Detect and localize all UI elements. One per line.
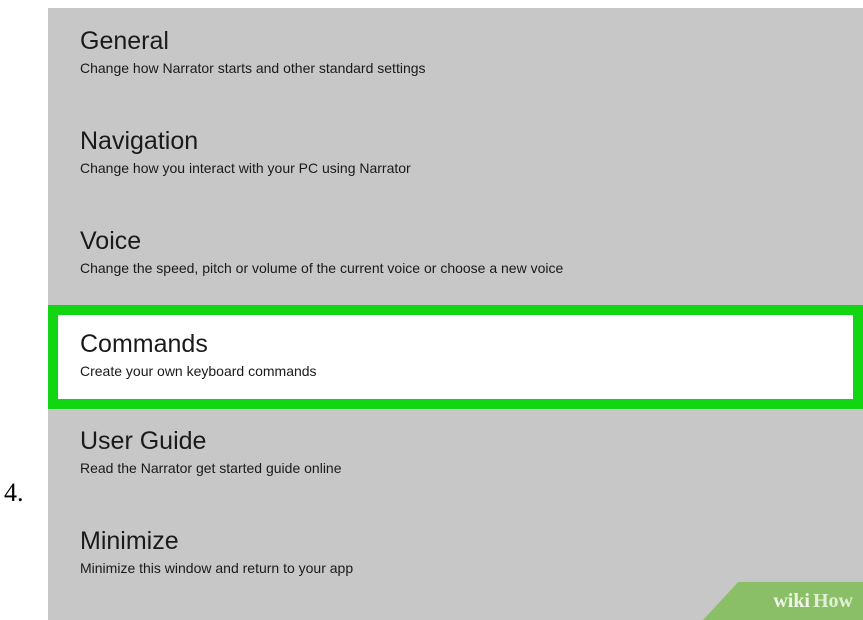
step-number: 4.	[4, 478, 24, 507]
menu-item-navigation[interactable]: Navigation Change how you interact with …	[48, 126, 863, 178]
menu-item-user-guide[interactable]: User Guide Read the Narrator get started…	[48, 426, 863, 478]
menu-item-title: User Guide	[80, 427, 207, 455]
menu-item-title: Commands	[80, 330, 208, 358]
wikihow-watermark: wiki How	[703, 582, 863, 620]
menu-item-description: Change how you interact with your PC usi…	[80, 160, 411, 176]
menu-item-title: General	[80, 27, 169, 55]
menu-item-description: Minimize this window and return to your …	[80, 560, 354, 576]
narrator-settings-panel: General Change how Narrator starts and o…	[48, 8, 863, 620]
menu-item-title: Voice	[80, 227, 142, 255]
menu-item-title: Navigation	[80, 127, 199, 155]
watermark-how-text: How	[813, 589, 853, 612]
menu-item-description: Read the Narrator get started guide onli…	[80, 460, 342, 476]
menu-item-title: Minimize	[80, 527, 179, 555]
menu-item-description: Create your own keyboard commands	[80, 363, 317, 379]
menu-item-general[interactable]: General Change how Narrator starts and o…	[48, 26, 863, 78]
menu-item-commands[interactable]: Commands Create your own keyboard comman…	[48, 305, 863, 409]
menu-item-description: Change the speed, pitch or volume of the…	[80, 260, 564, 276]
menu-item-description: Change how Narrator starts and other sta…	[80, 60, 426, 76]
menu-item-voice[interactable]: Voice Change the speed, pitch or volume …	[48, 226, 863, 278]
watermark-wiki-text: wiki	[773, 589, 810, 612]
menu-item-minimize[interactable]: Minimize Minimize this window and return…	[48, 526, 863, 578]
